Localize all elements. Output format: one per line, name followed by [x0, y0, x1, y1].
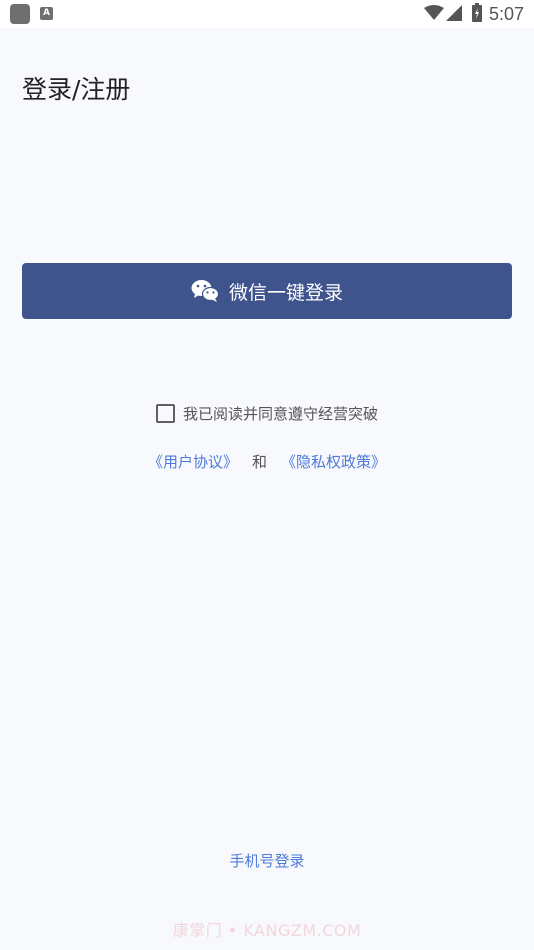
battery-icon: [472, 3, 482, 22]
wifi-icon: [424, 5, 444, 20]
status-bar: A 5:07: [0, 0, 534, 28]
app-notification-icon: [10, 4, 30, 24]
wechat-icon: [191, 280, 219, 302]
policy-links-row: 《用户协议》 和 《隐私权政策》: [0, 451, 534, 472]
agreement-checkbox[interactable]: [155, 404, 175, 423]
login-screen: A 5:07 登录/注册 微信一键登录 我已阅读并同意遵守经营突破 《用户协议》…: [0, 0, 534, 950]
agreement-text: 我已阅读并同意遵守经营突破: [182, 405, 378, 423]
signal-icon: [446, 5, 462, 21]
user-agreement-link[interactable]: 《用户协议》: [148, 451, 238, 472]
and-text: 和: [251, 453, 267, 471]
status-time: 5:07: [489, 4, 525, 24]
wechat-login-button[interactable]: 微信一键登录: [22, 263, 512, 319]
privacy-policy-link[interactable]: 《隐私权政策》: [281, 451, 386, 472]
watermark: 康掌门 • KANGZM.COM: [172, 921, 362, 940]
wechat-login-label: 微信一键登录: [228, 281, 343, 304]
page-title: 登录/注册: [22, 75, 131, 104]
a-notification-icon: A: [40, 7, 53, 20]
phone-login-link[interactable]: 手机号登录: [0, 850, 534, 871]
agreement-row: 我已阅读并同意遵守经营突破: [0, 403, 534, 424]
